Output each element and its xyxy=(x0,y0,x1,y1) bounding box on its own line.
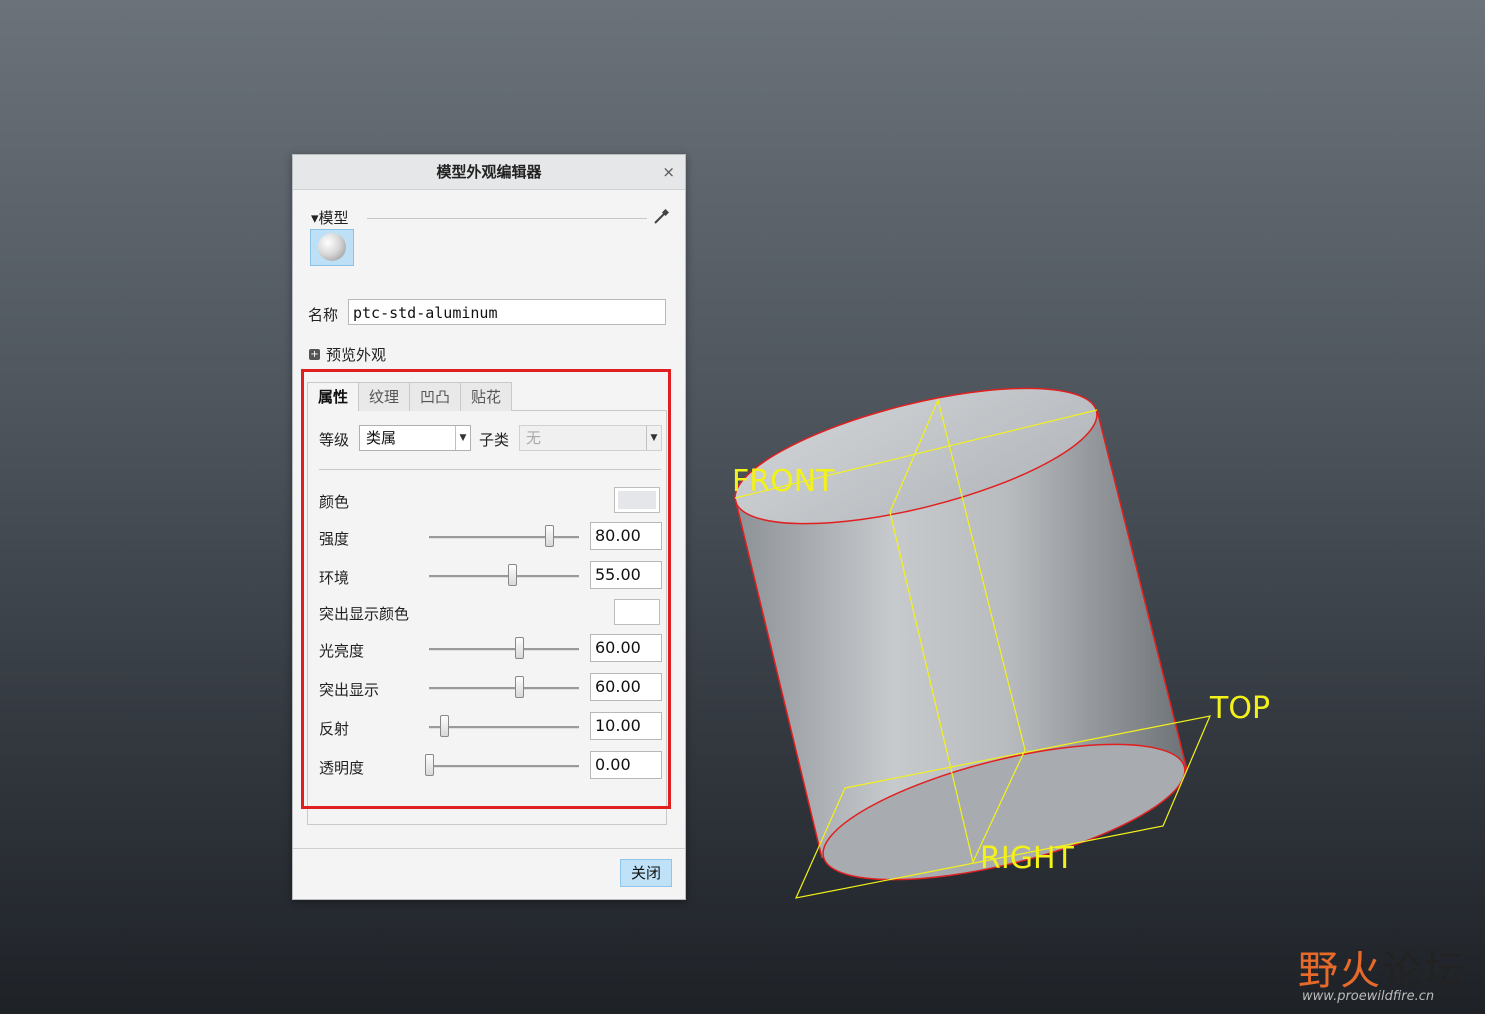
datum-label-top[interactable]: TOP xyxy=(1209,691,1270,726)
appearance-swatch-aluminum[interactable] xyxy=(310,229,354,266)
watermark-text-1: 野火 xyxy=(1298,948,1382,994)
model-viewport[interactable]: FRONT TOP RIGHT xyxy=(0,0,1485,1014)
datum-label-right[interactable]: RIGHT xyxy=(980,841,1074,876)
section-divider xyxy=(367,218,647,219)
model-section-header[interactable]: ▾模型 xyxy=(311,207,349,228)
preview-label: 预览外观 xyxy=(326,346,387,364)
watermark-logo: 野火论坛 xyxy=(1298,938,1466,996)
appearance-editor-dialog: 模型外观编辑器 × ▾模型 名称 ptc-std-aluminum + 预览外观 … xyxy=(292,154,686,900)
name-field[interactable]: ptc-std-aluminum xyxy=(348,299,666,325)
name-label: 名称 xyxy=(308,306,339,324)
dialog-title: 模型外观编辑器 xyxy=(436,163,542,181)
footer-divider xyxy=(293,848,685,849)
eyedropper-icon[interactable] xyxy=(653,209,669,225)
watermark-url: www.proewildfire.cn xyxy=(1302,989,1435,1004)
preview-appearance-toggle[interactable]: + 预览外观 xyxy=(309,344,386,365)
datum-label-front[interactable]: FRONT xyxy=(732,464,835,499)
expand-plus-icon: + xyxy=(309,348,320,360)
close-button[interactable]: 关闭 xyxy=(620,859,672,887)
dialog-titlebar[interactable]: 模型外观编辑器 × xyxy=(293,155,685,190)
sphere-preview-icon xyxy=(318,233,346,261)
highlight-annotation-frame xyxy=(301,369,671,809)
watermark-text-2: 论坛 xyxy=(1382,948,1466,994)
close-icon[interactable]: × xyxy=(662,155,675,189)
